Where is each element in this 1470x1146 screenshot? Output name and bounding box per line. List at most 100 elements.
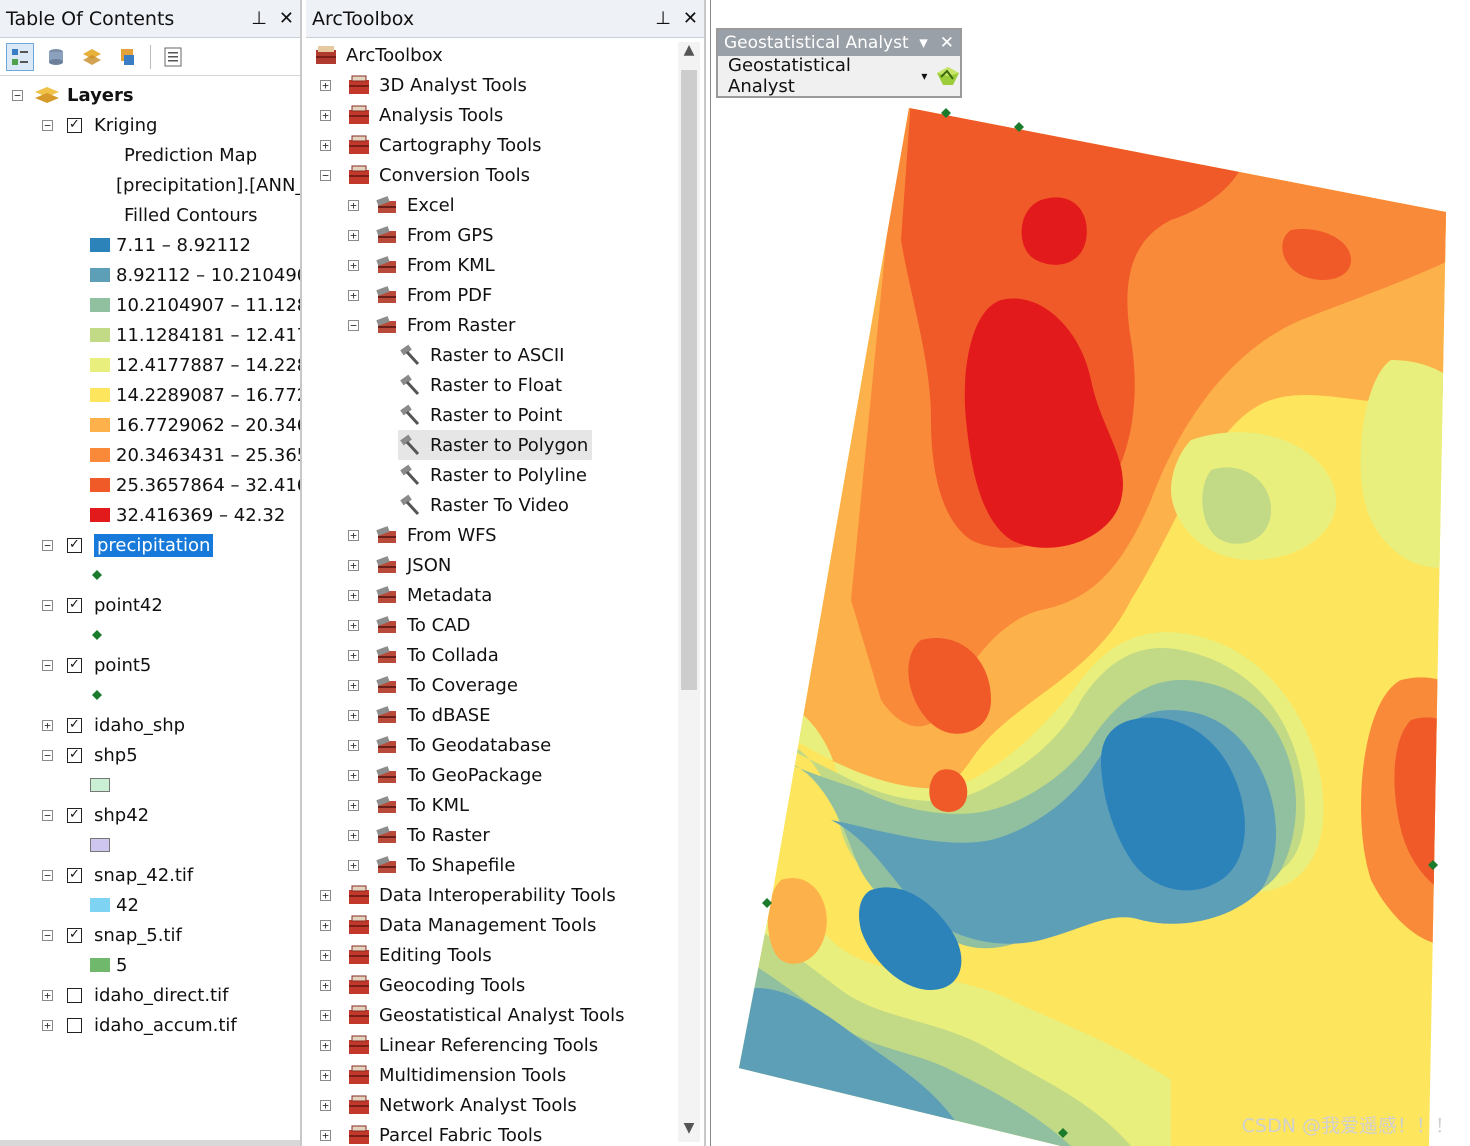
toolbox-item[interactable]: + Network Analyst Tools — [320, 1090, 577, 1120]
expand-icon[interactable]: + — [320, 889, 331, 901]
layer-visibility-checkbox[interactable]: ✓ — [67, 597, 82, 613]
expand-icon[interactable]: + — [348, 799, 359, 811]
layer-row-idaho-direct[interactable]: + idaho_direct.tif — [42, 980, 228, 1010]
legend-class-row[interactable]: 12.4177887 – 14.228 — [90, 350, 300, 380]
pin-icon[interactable]: ⊥ — [655, 8, 671, 29]
expand-icon[interactable]: + — [320, 1039, 331, 1051]
toolbox-item[interactable]: + Analysis Tools — [320, 100, 503, 130]
expand-icon[interactable]: + — [348, 559, 359, 571]
toolset-item[interactable]: + Metadata — [348, 580, 492, 610]
expand-icon[interactable]: + — [348, 619, 359, 631]
toolset-item[interactable]: + From PDF — [348, 280, 492, 310]
expand-icon[interactable]: + — [42, 989, 53, 1001]
toolset-item[interactable]: + To KML — [348, 790, 469, 820]
toolset-item[interactable]: + To Shapefile — [348, 850, 515, 880]
layer-visibility-checkbox[interactable]: ✓ — [67, 927, 82, 943]
list-by-visibility-button[interactable] — [78, 43, 106, 71]
layer-row-precipitation[interactable]: − ✓ precipitation — [42, 530, 214, 560]
expand-icon[interactable]: + — [348, 229, 359, 241]
expand-icon[interactable]: + — [348, 769, 359, 781]
layer-visibility-checkbox[interactable]: ✓ — [67, 867, 82, 883]
legend-class-row[interactable]: 16.7729062 – 20.346 — [90, 410, 300, 440]
legend-class-row[interactable]: 8.92112 – 10.210490 — [90, 260, 300, 290]
layer-row-point5[interactable]: − ✓ point5 — [42, 650, 151, 680]
toolbox-item[interactable]: + Geocoding Tools — [320, 970, 525, 1000]
toolset-item[interactable]: + To Raster — [348, 820, 490, 850]
toolbox-item[interactable]: + Editing Tools — [320, 940, 492, 970]
expand-icon[interactable]: + — [348, 289, 359, 301]
expand-icon[interactable]: + — [348, 709, 359, 721]
expand-icon[interactable]: + — [320, 1069, 331, 1081]
expand-icon[interactable]: + — [348, 679, 359, 691]
collapse-icon[interactable]: − — [42, 539, 53, 551]
layer-name[interactable]: idaho_direct.tif — [94, 985, 228, 1006]
tool-item[interactable]: Raster to Point — [398, 400, 562, 430]
layer-row-snap42[interactable]: − ✓ snap_42.tif — [42, 860, 193, 890]
options-button[interactable] — [159, 43, 187, 71]
toolbox-item[interactable]: + Data Interoperability Tools — [320, 880, 616, 910]
toolbox-item[interactable]: +3D Analyst Tools — [320, 70, 527, 100]
vertical-scrollbar[interactable]: ▲ ▼ — [678, 42, 700, 1142]
legend-class-row[interactable]: 7.11 – 8.92112 — [90, 230, 251, 260]
close-icon[interactable]: ✕ — [940, 33, 954, 53]
toolset-item[interactable]: + From GPS — [348, 220, 494, 250]
collapse-icon[interactable]: − — [42, 869, 53, 881]
layer-visibility-checkbox[interactable] — [67, 1017, 82, 1033]
toolbox-item[interactable]: + Geostatistical Analyst Tools — [320, 1000, 625, 1030]
toolbox-item[interactable]: + Cartography Tools — [320, 130, 541, 160]
geostatistical-analyst-menu[interactable]: Geostatistical Analyst — [728, 55, 913, 97]
layer-visibility-checkbox[interactable]: ✓ — [67, 537, 82, 553]
toolset-item[interactable]: + To GeoPackage — [348, 760, 542, 790]
layer-row-kriging[interactable]: − ✓ Kriging — [42, 110, 157, 140]
layer-name[interactable]: idaho_accum.tif — [94, 1015, 237, 1036]
expand-icon[interactable]: + — [348, 529, 359, 541]
layer-visibility-checkbox[interactable]: ✓ — [67, 717, 82, 733]
toolset-item[interactable]: + Excel — [348, 190, 455, 220]
close-icon[interactable]: ✕ — [279, 8, 294, 29]
layer-row-idaho-accum[interactable]: + idaho_accum.tif — [42, 1010, 237, 1040]
collapse-icon[interactable]: − — [42, 119, 53, 131]
legend-class-row[interactable]: 11.1284181 – 12.417 — [90, 320, 300, 350]
toolset-item[interactable]: + To dBASE — [348, 700, 491, 730]
legend-class-row[interactable]: 20.3463431 – 25.365 — [90, 440, 300, 470]
toolset-item[interactable]: + To Collada — [348, 640, 499, 670]
layer-visibility-checkbox[interactable]: ✓ — [67, 117, 82, 133]
toolbox-item[interactable]: + Multidimension Tools — [320, 1060, 566, 1090]
expand-icon[interactable]: + — [320, 139, 331, 151]
list-by-drawing-order-button[interactable] — [6, 42, 34, 71]
layer-row-idaho-shp[interactable]: + ✓ idaho_shp — [42, 710, 185, 740]
pin-icon[interactable]: ⊥ — [251, 8, 267, 29]
toolset-item[interactable]: + To Geodatabase — [348, 730, 551, 760]
toolbox-item[interactable]: + Parcel Fabric Tools — [320, 1120, 542, 1146]
collapse-icon[interactable]: − — [42, 929, 53, 941]
collapse-icon[interactable]: − — [42, 809, 53, 821]
toolset-item[interactable]: + From WFS — [348, 520, 497, 550]
layer-name[interactable]: point42 — [94, 595, 163, 616]
toolbar-titlebar[interactable]: Geostatistical Analyst ▾ ✕ — [718, 30, 960, 56]
layer-name[interactable]: precipitation — [94, 533, 214, 557]
expand-icon[interactable]: + — [320, 1099, 331, 1111]
toolbox-root-row[interactable]: ArcToolbox — [314, 40, 443, 70]
expand-icon[interactable]: + — [348, 259, 359, 271]
expand-icon[interactable]: + — [320, 1009, 331, 1021]
expand-icon[interactable]: + — [348, 859, 359, 871]
toolbox-item[interactable]: + Data Management Tools — [320, 910, 596, 940]
layer-name[interactable]: shp5 — [94, 745, 138, 766]
close-icon[interactable]: ✕ — [683, 8, 698, 29]
layer-visibility-checkbox[interactable] — [67, 987, 82, 1003]
scroll-down-icon[interactable]: ▼ — [678, 1120, 700, 1142]
tool-item[interactable]: Raster to Polygon — [398, 430, 593, 460]
layer-row-snap5[interactable]: − ✓ snap_5.tif — [42, 920, 182, 950]
layer-name[interactable]: snap_42.tif — [94, 865, 193, 886]
map-view[interactable] — [710, 0, 1470, 1146]
layer-name[interactable]: idaho_shp — [94, 715, 185, 736]
expand-icon[interactable]: + — [348, 829, 359, 841]
toolbox-item[interactable]: + Linear Referencing Tools — [320, 1030, 598, 1060]
collapse-icon[interactable]: − — [320, 169, 331, 181]
expand-icon[interactable]: + — [348, 589, 359, 601]
tool-item[interactable]: Raster to Polyline — [398, 460, 587, 490]
layers-root-row[interactable]: − Layers — [12, 80, 134, 110]
scroll-up-icon[interactable]: ▲ — [678, 42, 700, 64]
scrollbar-thumb[interactable] — [681, 70, 697, 690]
legend-class-row[interactable]: 32.416369 – 42.32 — [90, 500, 285, 530]
